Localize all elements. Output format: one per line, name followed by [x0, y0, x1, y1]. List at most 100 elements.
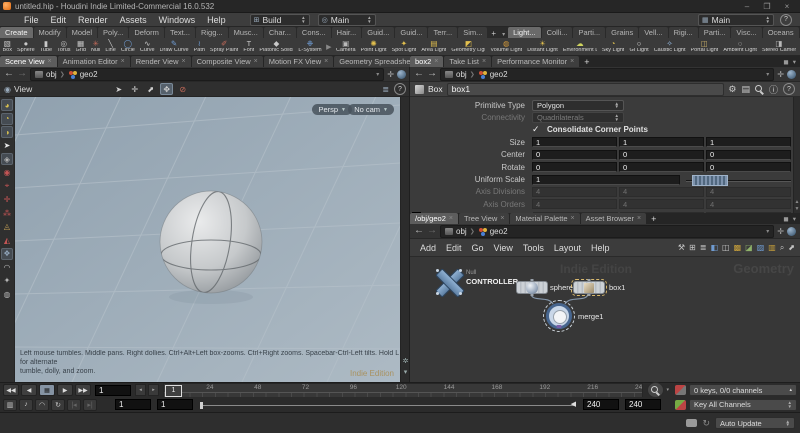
select-arrow-icon[interactable]: ➤: [1, 140, 13, 152]
tool-geometry-light[interactable]: ◩ Geometry Light: [449, 38, 488, 55]
translate-icon[interactable]: ⬈: [144, 83, 157, 95]
play-reverse-button[interactable]: ◀: [21, 384, 37, 396]
keys-icon[interactable]: [675, 385, 686, 395]
range-end-field-2[interactable]: 240: [625, 399, 661, 410]
step-back-button[interactable]: |◂: [67, 398, 81, 411]
field-center-0[interactable]: 0: [532, 149, 617, 160]
path-dropdown-icon[interactable]: ▾: [766, 228, 769, 235]
node-name-field[interactable]: box1: [446, 82, 725, 96]
tool-caustic-light[interactable]: ✧ Caustic Light: [651, 38, 688, 55]
key-all-icon[interactable]: [675, 399, 686, 410]
pane-tab-obj-geo2[interactable]: /obj/geo2 ×: [410, 213, 458, 224]
shelf-tab-rigg[interactable]: Rigg...: [195, 27, 228, 38]
back-icon[interactable]: ←: [4, 69, 14, 79]
tool-gi-light[interactable]: ○ GI Light: [627, 38, 651, 55]
network-menu-edit[interactable]: Edit: [441, 243, 467, 253]
pane-tab-tree-view[interactable]: Tree View ×: [458, 213, 510, 224]
breadcrumb-node[interactable]: geo2: [490, 70, 508, 79]
secure-selection-icon[interactable]: ◈: [1, 153, 13, 165]
node-name-label[interactable]: CONTROLLER: [466, 277, 518, 286]
step-fwd-button[interactable]: ▸|: [83, 398, 97, 411]
shelf-tab-deform[interactable]: Deform: [129, 27, 164, 38]
node-name-label[interactable]: merge1: [578, 312, 603, 321]
tool-box[interactable]: ▧ Box: [0, 38, 14, 55]
shelf-tab-create[interactable]: Create: [0, 27, 33, 38]
tool-portal-light[interactable]: ◫ Portal Light: [688, 38, 721, 55]
node-merge1[interactable]: [543, 300, 575, 332]
select-mode-icon[interactable]: ➤: [112, 83, 125, 95]
tool-sky-light[interactable]: ◔ Sky Light: [599, 38, 627, 55]
select-primitive-type[interactable]: Polygon: [532, 99, 624, 111]
path-field[interactable]: obj ❯ geo2 ▾: [30, 67, 385, 81]
tool-spray-paint[interactable]: ✐ Spray Paint: [207, 38, 240, 55]
shelf-tab-modify[interactable]: Modify: [33, 27, 66, 38]
close-icon[interactable]: ×: [47, 58, 51, 65]
breadcrumb-root[interactable]: obj: [456, 70, 467, 79]
shelf-tab-hair[interactable]: Hair...: [331, 27, 362, 38]
pane-tab-geometry-spreadsheet[interactable]: Geometry Spreadsheet×: [334, 56, 410, 67]
new-pane-tab-button[interactable]: +: [647, 214, 660, 224]
viewport-help-button[interactable]: ?: [394, 83, 406, 95]
field-rotate-0[interactable]: 0: [532, 162, 617, 173]
display-options-icon[interactable]: ✦: [1, 275, 13, 287]
tool-stereo-camera[interactable]: ◨ Stereo Camera: [759, 38, 798, 55]
tool-curve[interactable]: ∿ Curve: [137, 38, 157, 55]
timeline-zoom-caret[interactable]: ▾: [666, 387, 669, 393]
pane-maximize-icon[interactable]: ◼: [783, 215, 788, 223]
pin-icon[interactable]: ✛: [777, 227, 784, 236]
shelf-tab-grains[interactable]: Grains: [606, 27, 639, 38]
layout-share-view-icon[interactable]: ◑: [1, 126, 13, 138]
network-menu-layout[interactable]: Layout: [549, 243, 586, 253]
node-sphere1[interactable]: [516, 281, 548, 294]
tool-ambient-light[interactable]: ◌ Ambient Light: [721, 38, 760, 55]
close-icon[interactable]: ×: [434, 58, 438, 65]
pane-menu-icon[interactable]: ▾: [793, 215, 796, 223]
path-field[interactable]: obj ❯ geo2 ▾: [440, 224, 775, 238]
network-menu-help[interactable]: Help: [586, 243, 615, 253]
tool-platonic-solids[interactable]: ◆ Platonic Solids: [257, 38, 296, 55]
tool-distant-light[interactable]: ☀ Distant Light: [525, 38, 561, 55]
pane-tab-take-list[interactable]: Take List ×: [444, 56, 492, 67]
tool-path[interactable]: ≀ Path: [191, 38, 207, 55]
snap-depth-icon[interactable]: ◭: [1, 234, 13, 246]
color-palette-icon[interactable]: ▩: [734, 243, 742, 252]
new-pane-tab-button[interactable]: +: [580, 57, 593, 67]
audio-icon[interactable]: ♪: [19, 398, 33, 411]
shelf-tab-rigi[interactable]: Rigi...: [668, 27, 698, 38]
close-icon[interactable]: ×: [482, 58, 486, 65]
radial-menu-selector[interactable]: ◎ Main: [317, 13, 376, 26]
shelf-tab-sim[interactable]: Sim...: [458, 27, 488, 38]
play-button[interactable]: ▶: [57, 384, 73, 396]
message-log-icon[interactable]: [686, 419, 698, 427]
construction-plane-icon[interactable]: ❖: [1, 247, 13, 260]
find-icon[interactable]: ⌕: [780, 243, 784, 253]
close-icon[interactable]: ×: [637, 215, 641, 222]
range-start-field[interactable]: 1: [115, 399, 151, 410]
close-icon[interactable]: ×: [254, 58, 258, 65]
camera-selector[interactable]: No cam ▼: [348, 104, 394, 115]
field-uniform-scale[interactable]: 1: [532, 174, 680, 185]
pin-icon[interactable]: ✛: [777, 70, 784, 79]
node-controller[interactable]: [435, 268, 465, 298]
link-gauge-icon[interactable]: [787, 69, 796, 79]
info-icon[interactable]: ⓘ: [769, 83, 778, 96]
magnifier-icon[interactable]: [754, 84, 764, 94]
tool-spot-light[interactable]: ✦ Spot Light: [389, 38, 419, 55]
field-center-2[interactable]: 0: [706, 149, 791, 160]
refresh-icon[interactable]: ↻: [702, 418, 710, 429]
strip-caret-icon[interactable]: ▾: [404, 368, 408, 376]
frame-back-nudge[interactable]: ◂: [135, 384, 146, 396]
back-icon[interactable]: ←: [414, 226, 424, 236]
field-rotate-2[interactable]: 0: [706, 162, 791, 173]
shelf-overflow-icon[interactable]: ▶: [324, 43, 333, 51]
tool-camera[interactable]: ▣ Camera: [334, 38, 359, 55]
gallery-icon[interactable]: ▥: [768, 243, 776, 252]
network-menu-tools[interactable]: Tools: [518, 243, 549, 253]
render-flag[interactable]: [556, 325, 562, 328]
snap-point-icon[interactable]: ⁂: [1, 207, 13, 219]
path-dropdown-icon[interactable]: ▾: [376, 71, 379, 78]
shelf-tab-musc[interactable]: Musc...: [228, 27, 263, 38]
snapshot-icon[interactable]: ◍: [1, 288, 13, 300]
node-help-button[interactable]: ?: [783, 83, 795, 95]
breadcrumb-root[interactable]: obj: [46, 70, 57, 79]
